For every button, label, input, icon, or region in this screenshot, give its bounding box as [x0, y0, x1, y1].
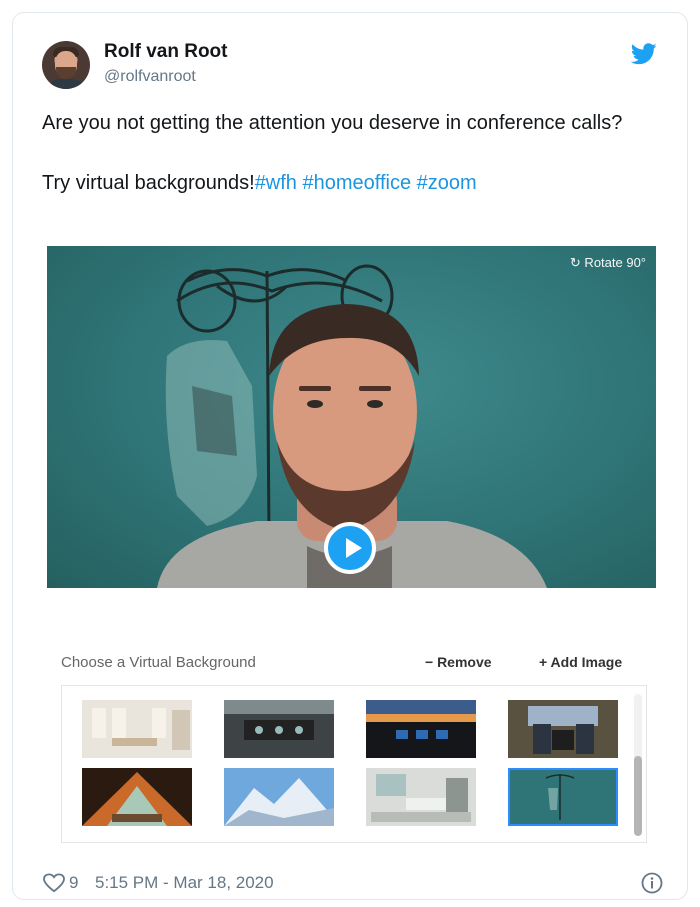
remove-button[interactable]: − Remove — [425, 654, 492, 670]
author-name[interactable]: Rolf van Root — [104, 41, 228, 63]
like-count[interactable]: 9 — [69, 873, 78, 893]
tweet-timestamp[interactable]: 5:15 PM - Mar 18, 2020 — [95, 873, 274, 893]
tweet-text-prefix: Try virtual backgrounds! — [42, 172, 255, 194]
virtual-background-panel: Choose a Virtual Background − Remove + A… — [47, 643, 656, 853]
tweet-card: Rolf van Root @rolfvanroot Are you not g… — [12, 12, 688, 900]
play-icon[interactable] — [324, 522, 376, 574]
hashtag-zoom[interactable]: #zoom — [417, 172, 477, 194]
thumbnail-cockpit-crew[interactable] — [508, 700, 618, 758]
thumbnail-mountains[interactable] — [224, 768, 334, 826]
rotate-button[interactable]: ↻ Rotate 90° — [570, 255, 646, 271]
tweet-text: Are you not getting the attention you de… — [42, 109, 662, 197]
thumbnail-office-room[interactable] — [82, 700, 192, 758]
tweet-footer: 9 5:15 PM - Mar 18, 2020 — [43, 871, 663, 897]
twitter-bird-icon[interactable] — [631, 43, 657, 65]
hashtag-homeoffice[interactable]: #homeoffice — [303, 172, 412, 194]
thumbnail-hospital-room[interactable] — [366, 768, 476, 826]
tweet-text-line-2: Try virtual backgrounds!#wfh #homeoffice… — [42, 169, 662, 197]
thumbnail-cockpit-dark[interactable] — [224, 700, 334, 758]
info-icon[interactable] — [641, 872, 663, 894]
heart-icon[interactable] — [43, 873, 65, 893]
chooser-title: Choose a Virtual Background — [61, 654, 256, 671]
thumbnail-iv-drip[interactable] — [508, 768, 618, 826]
thumbnail-tent-view[interactable] — [82, 768, 192, 826]
thumbnail-cockpit-sunset[interactable] — [366, 700, 476, 758]
author-handle[interactable]: @rolfvanroot — [104, 68, 196, 86]
add-image-button[interactable]: + Add Image — [539, 654, 622, 670]
avatar[interactable] — [42, 41, 90, 89]
tweet-text-line-1: Are you not getting the attention you de… — [42, 112, 623, 134]
hashtag-wfh[interactable]: #wfh — [255, 172, 297, 194]
thumbnail-grid — [61, 685, 647, 843]
video-player[interactable]: ↻ Rotate 90° — [47, 246, 656, 588]
scrollbar-thumb[interactable] — [634, 756, 642, 836]
